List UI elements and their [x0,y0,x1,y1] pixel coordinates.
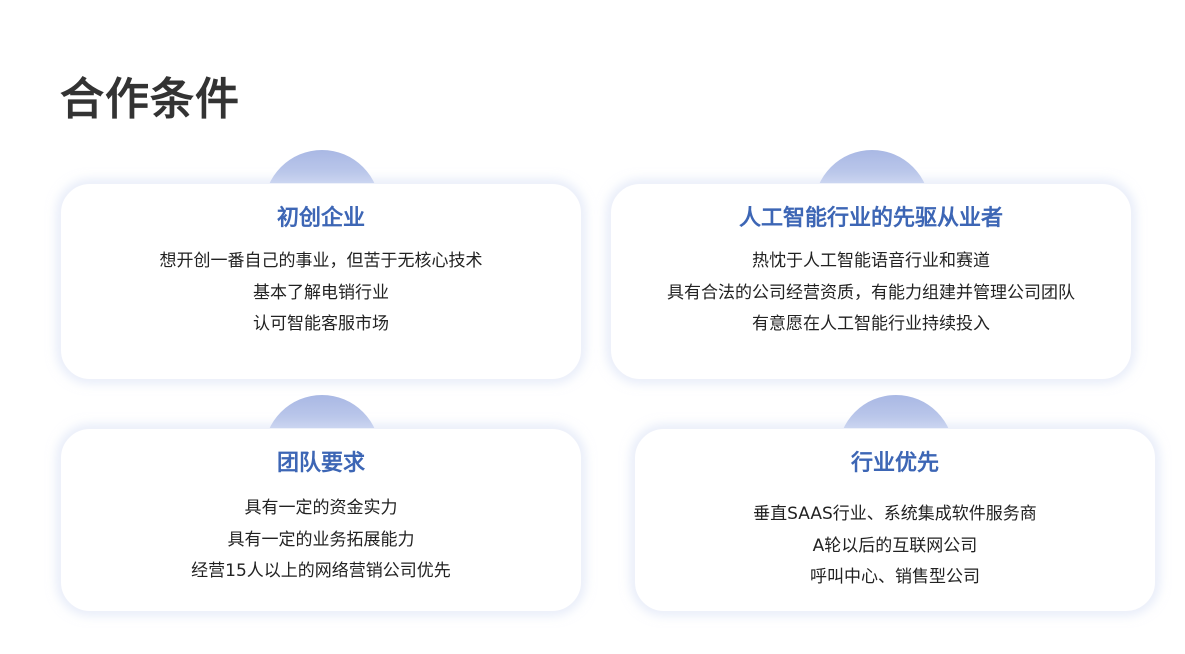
card-body: 初创企业 想开创一番自己的事业，但苦于无核心技术 基本了解电销行业 认可智能客服… [60,183,582,380]
card-body: 行业优先 垂直SAAS行业、系统集成软件服务商 A轮以后的互联网公司 呼叫中心、… [634,428,1156,612]
card-line: 具有一定的业务拓展能力 [227,529,415,550]
card-lines: 热忱于人工智能语音行业和赛道 具有合法的公司经营资质，有能力组建并管理公司团队 … [611,246,1131,341]
card-line: 具有合法的公司经营资质，有能力组建并管理公司团队 [667,282,1075,303]
card-title: 初创企业 [276,206,365,231]
card-title: 团队要求 [276,451,365,476]
card-lines: 具有一定的资金实力 具有一定的业务拓展能力 经营15人以上的网络营销公司优先 [61,493,581,588]
card-body: 人工智能行业的先驱从业者 热忱于人工智能语音行业和赛道 具有合法的公司经营资质，… [610,183,1132,380]
page: 合作条件 初创企业 想开创一番自己的事业，但苦于无核心技术 基本了解电销行业 认… [0,0,1185,654]
card-lines: 想开创一番自己的事业，但苦于无核心技术 基本了解电销行业 认可智能客服市场 [61,246,581,341]
card-line: 具有一定的资金实力 [244,498,398,518]
card-team-requirements: 团队要求 具有一定的资金实力 具有一定的业务拓展能力 经营15人以上的网络营销公… [60,395,582,612]
card-industry-priority: 行业优先 垂直SAAS行业、系统集成软件服务商 A轮以后的互联网公司 呼叫中心、… [634,395,1156,612]
card-line: 呼叫中心、销售型公司 [810,567,980,587]
card-line: 有意愿在人工智能行业持续投入 [752,314,990,334]
card-lines: 垂直SAAS行业、系统集成软件服务商 A轮以后的互联网公司 呼叫中心、销售型公司 [635,499,1155,594]
card-line: 基本了解电销行业 [253,282,389,303]
card-startup: 初创企业 想开创一番自己的事业，但苦于无核心技术 基本了解电销行业 认可智能客服… [60,150,582,380]
card-line: 经营15人以上的网络营销公司优先 [191,561,451,581]
card-line: 想开创一番自己的事业，但苦于无核心技术 [159,251,483,271]
page-title: 合作条件 [60,74,240,125]
card-body: 团队要求 具有一定的资金实力 具有一定的业务拓展能力 经营15人以上的网络营销公… [60,428,582,612]
card-line: A轮以后的互联网公司 [812,535,978,556]
card-line: 垂直SAAS行业、系统集成软件服务商 [753,504,1037,524]
card-title: 行业优先 [850,451,939,476]
card-title: 人工智能行业的先驱从业者 [738,206,1003,231]
card-line: 认可智能客服市场 [253,314,389,334]
card-ai-pioneer: 人工智能行业的先驱从业者 热忱于人工智能语音行业和赛道 具有合法的公司经营资质，… [610,150,1132,380]
card-line: 热忱于人工智能语音行业和赛道 [752,251,990,271]
